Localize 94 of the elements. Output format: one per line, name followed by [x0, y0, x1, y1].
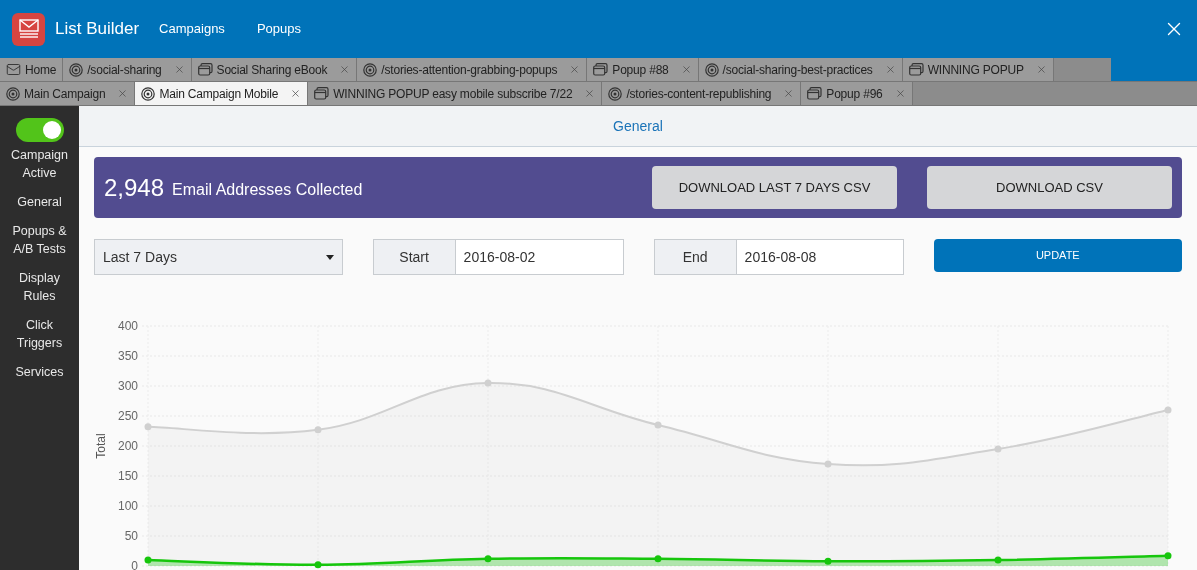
tab-label: Popup #88 — [612, 61, 669, 79]
sidebar-item[interactable]: Services — [3, 363, 76, 381]
window-icon — [593, 63, 609, 76]
end-date-field[interactable]: 2016-08-08 — [736, 239, 904, 275]
y-axis-title: Total — [94, 433, 108, 459]
close-tab-icon[interactable] — [894, 88, 906, 99]
start-date-field[interactable]: 2016-08-02 — [455, 239, 624, 275]
window-icon — [314, 87, 330, 100]
target-icon — [69, 62, 84, 77]
collected-count: 2,948 — [104, 172, 165, 203]
campaign-toggle[interactable] — [15, 118, 64, 142]
tab[interactable]: Popup #88 — [587, 58, 699, 81]
tab[interactable]: Popup #96 — [801, 82, 913, 105]
y-tick-label: 100 — [117, 499, 138, 513]
start-label: Start — [372, 239, 456, 275]
point — [314, 561, 322, 569]
close-tab-icon[interactable] — [339, 64, 351, 75]
tab[interactable]: /stories-content-republishing — [602, 82, 802, 105]
y-tick-label: 200 — [117, 439, 138, 453]
nav-link[interactable]: Popups — [256, 19, 301, 39]
y-tick-label: 350 — [117, 349, 138, 363]
point — [994, 445, 1002, 453]
sidebar-item[interactable]: Popups & A/B Tests — [3, 222, 76, 258]
tab[interactable]: WINNING POPUP — [902, 58, 1054, 81]
point — [824, 460, 832, 468]
caret-icon — [325, 254, 334, 260]
point — [484, 555, 492, 563]
nav-link[interactable]: Campaigns — [159, 19, 225, 39]
tab[interactable]: /social-sharing — [63, 58, 192, 81]
envelope-logo-icon — [12, 12, 45, 46]
point — [824, 557, 832, 565]
y-tick-label: 400 — [117, 319, 138, 333]
tab-label: WINNING POPUP — [927, 61, 1024, 79]
tab-label: Main Campaign Mobile — [159, 85, 279, 103]
download-button[interactable]: DOWNLOAD CSV — [927, 166, 1172, 210]
y-tick-label: 250 — [117, 409, 138, 423]
close-tab-icon[interactable] — [783, 88, 795, 99]
sidebar-item[interactable]: Display Rules — [3, 269, 76, 305]
y-tick-label: 0 — [131, 559, 138, 570]
tab[interactable]: Home — [0, 58, 64, 81]
tab-label: Social Sharing eBook — [216, 61, 328, 79]
close-tab-icon[interactable] — [680, 64, 692, 75]
end-label: End — [653, 239, 737, 275]
sidebar-item[interactable]: Click Triggers — [3, 316, 76, 352]
target-icon — [363, 62, 378, 77]
tab[interactable]: Social Sharing eBook — [191, 58, 358, 81]
point — [314, 426, 322, 434]
close-tab-icon[interactable] — [884, 64, 896, 75]
window-icon — [908, 63, 924, 76]
point — [144, 556, 152, 564]
tab[interactable]: /stories-attention-grabbing-popups — [357, 58, 588, 81]
tab-label: /social-sharing — [87, 61, 162, 79]
download-button[interactable]: DOWNLOAD LAST 7 DAYS CSV — [652, 166, 897, 210]
tab[interactable]: Main Campaign Mobile — [135, 82, 309, 105]
tab-label: /stories-attention-grabbing-popups — [381, 61, 558, 79]
point — [994, 556, 1002, 564]
tab[interactable]: /social-sharing-best-practices — [698, 58, 903, 81]
section-title: General — [613, 116, 663, 136]
sidebar-item[interactable]: General — [3, 193, 76, 211]
point — [484, 379, 492, 387]
window-icon — [807, 87, 823, 100]
close-tab-icon[interactable] — [290, 88, 302, 99]
tab-label: Main Campaign — [24, 85, 106, 103]
close-tab-icon[interactable] — [584, 88, 596, 99]
app-title: List Builder — [55, 18, 140, 41]
tab[interactable]: Main Campaign — [0, 82, 136, 105]
range-select[interactable]: Last 7 Days — [94, 239, 343, 275]
point — [1164, 406, 1172, 414]
target-icon — [6, 86, 20, 101]
tab[interactable]: WINNING POPUP easy mobile subscribe 7/22 — [308, 82, 603, 105]
update-button[interactable]: UPDATE — [933, 239, 1182, 273]
point — [654, 555, 662, 563]
envelope-icon — [6, 62, 21, 77]
y-tick-label: 50 — [124, 529, 138, 543]
close-tab-icon[interactable] — [1035, 64, 1047, 75]
toggle-label: Campaign Active — [10, 147, 69, 182]
tab-label: /social-sharing-best-practices — [722, 61, 873, 79]
collected-label: Email Addresses Collected — [172, 179, 363, 200]
target-icon — [704, 62, 719, 77]
tab-label: Popup #96 — [826, 85, 883, 103]
y-tick-label: 300 — [117, 379, 138, 393]
tab-label: /stories-content-republishing — [626, 85, 772, 103]
target-icon — [141, 86, 156, 101]
y-tick-label: 150 — [117, 469, 138, 483]
tab-label: WINNING POPUP easy mobile subscribe 7/22 — [333, 85, 573, 103]
target-icon — [608, 86, 623, 101]
close-tab-icon[interactable] — [117, 88, 129, 99]
window-icon — [197, 63, 213, 76]
close-tab-icon[interactable] — [569, 64, 581, 75]
tab-label: Home — [25, 61, 57, 79]
point — [654, 421, 662, 429]
close-tab-icon[interactable] — [173, 64, 185, 75]
point — [1164, 552, 1172, 560]
point — [144, 423, 152, 431]
